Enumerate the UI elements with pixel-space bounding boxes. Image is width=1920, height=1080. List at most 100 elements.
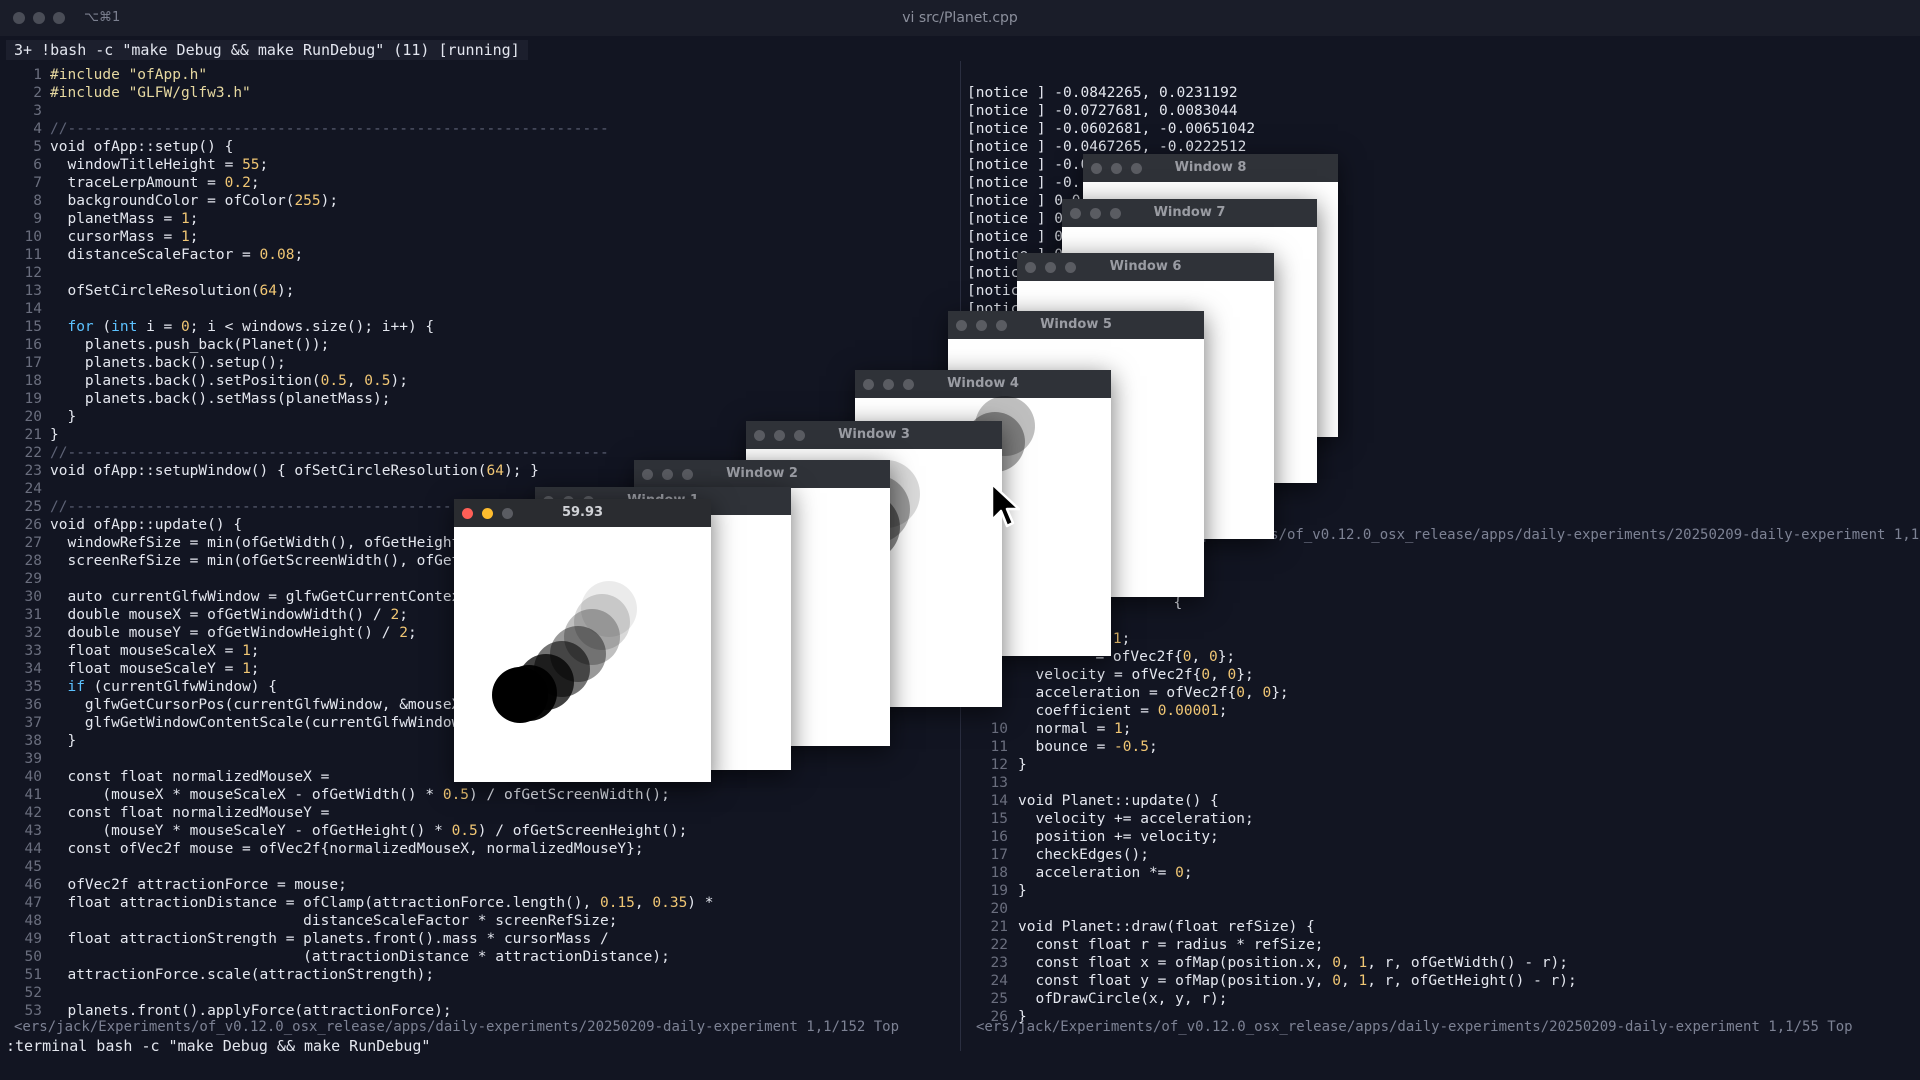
zoom-button[interactable]	[996, 320, 1007, 331]
vim-command-line[interactable]: :terminal bash -c "make Debug && make Ru…	[6, 1037, 430, 1055]
code-line[interactable]: 8 backgroundColor = ofColor(255);	[0, 192, 338, 210]
app-window-titlebar[interactable]: Window 7	[1062, 199, 1317, 227]
app-window-titlebar[interactable]: Window 3	[746, 421, 1002, 449]
app-window-titlebar[interactable]: Window 2	[634, 460, 890, 488]
minimize-button[interactable]	[976, 320, 987, 331]
code-line[interactable]: 29	[0, 570, 50, 588]
code-line[interactable]: 22 const float r = radius * refSize;	[962, 936, 1324, 954]
code-line[interactable]: 12	[0, 264, 50, 282]
code-line[interactable]: 14	[0, 300, 50, 318]
code-line[interactable]: 51 attractionForce.scale(attractionStren…	[0, 966, 435, 984]
code-line[interactable]: 14 void Planet::update() {	[962, 792, 1219, 810]
code-line[interactable]: 33 float mouseScaleX = 1;	[0, 642, 260, 660]
code-line[interactable]: 17 checkEdges();	[962, 846, 1149, 864]
code-line[interactable]: 19 planets.back().setMass(planetMass);	[0, 390, 391, 408]
minimize-button[interactable]	[1090, 208, 1101, 219]
code-line[interactable]: 15 velocity += acceleration;	[962, 810, 1254, 828]
code-line[interactable]: 35 if (currentGlfwWindow) {	[0, 678, 277, 696]
code-line[interactable]: 31 double mouseX = ofGetWindowWidth() / …	[0, 606, 408, 624]
code-line[interactable]: 9 planetMass = 1;	[0, 210, 198, 228]
app-window-titlebar[interactable]: 59.93	[454, 499, 711, 527]
code-line[interactable]: 7 traceLerpAmount = 0.2;	[0, 174, 259, 192]
minimize-button[interactable]	[774, 430, 785, 441]
code-line[interactable]: 45	[0, 858, 50, 876]
code-line[interactable]: 18 planets.back().setPosition(0.5, 0.5);	[0, 372, 408, 390]
code-line[interactable]: 49 float attractionStrength = planets.fr…	[0, 930, 609, 948]
minimize-button[interactable]	[662, 469, 673, 480]
code-line[interactable]: 20	[962, 900, 1018, 918]
code-line[interactable]: 44 const ofVec2f mouse = ofVec2f{normali…	[0, 840, 644, 858]
zoom-button[interactable]	[682, 469, 693, 480]
app-window-titlebar[interactable]: Window 5	[948, 311, 1204, 339]
minimize-button[interactable]	[482, 508, 493, 519]
code-line[interactable]: 5 void ofApp::setup() {	[0, 138, 233, 156]
code-line[interactable]: 15 for (int i = 0; i < windows.size(); i…	[0, 318, 435, 336]
code-line[interactable]: 16 position += velocity;	[962, 828, 1219, 846]
minimize-button[interactable]	[1111, 163, 1122, 174]
code-line[interactable]: 21}	[0, 426, 59, 444]
code-line[interactable]: 18 acceleration *= 0;	[962, 864, 1193, 882]
close-button[interactable]	[1091, 163, 1102, 174]
close-button[interactable]	[1070, 208, 1081, 219]
code-line[interactable]: 6 windowTitleHeight = 55;	[0, 156, 268, 174]
code-line[interactable]: 43 (mouseY * mouseScaleY - ofGetHeight()…	[0, 822, 688, 840]
close-button[interactable]	[956, 320, 967, 331]
code-line[interactable]: 23 void ofApp::setupWindow() { ofSetCircl…	[0, 462, 539, 480]
code-line[interactable]: 23 const float x = ofMap(position.x, 0, …	[962, 954, 1568, 972]
close-button[interactable]	[863, 379, 874, 390]
code-line[interactable]: 24	[0, 480, 50, 498]
code-line[interactable]: 50 (attractionDistance * attractionDista…	[0, 948, 670, 966]
code-line[interactable]: 25 ofDrawCircle(x, y, r);	[962, 990, 1228, 1008]
code-line[interactable]: 22//------------------------------------…	[0, 444, 609, 462]
code-line[interactable]: 11 bounce = -0.5;	[962, 738, 1158, 756]
code-line[interactable]: 13	[962, 774, 1018, 792]
code-line[interactable]: 27 windowRefSize = min(ofGetWidth(), ofG…	[0, 534, 496, 552]
code-line[interactable]: 17 planets.back().setup();	[0, 354, 286, 372]
zoom-button[interactable]	[502, 508, 513, 519]
code-line[interactable]: 30 auto currentGlfwWindow = glfwGetCurre…	[0, 588, 496, 606]
code-line[interactable]: 16 planets.push_back(Planet());	[0, 336, 330, 354]
code-line[interactable]: 10 cursorMass = 1;	[0, 228, 199, 246]
code-line[interactable]: 34 float mouseScaleY = 1;	[0, 660, 260, 678]
zoom-button[interactable]	[1131, 163, 1142, 174]
code-line[interactable]: 2 #include "GLFW/glfw3.h"	[0, 84, 251, 102]
code-line[interactable]: 13 ofSetCircleResolution(64);	[0, 282, 295, 300]
code-line[interactable]: 24 const float y = ofMap(position.y, 0, …	[962, 972, 1577, 990]
close-button[interactable]	[1025, 262, 1036, 273]
code-line[interactable]: 20 }	[0, 408, 77, 426]
code-line[interactable]: 19}	[962, 882, 1027, 900]
code-line[interactable]: 48 distanceScaleFactor * screenRefSize;	[0, 912, 618, 930]
zoom-button[interactable]	[1065, 262, 1076, 273]
code-line[interactable]: 46 ofVec2f attractionForce = mouse;	[0, 876, 347, 894]
code-line[interactable]: 21 void Planet::draw(float refSize) {	[962, 918, 1315, 936]
app-window-titlebar[interactable]: Window 6	[1017, 253, 1274, 281]
code-line[interactable]	[1100, 612, 1173, 630]
terminal-command-tab[interactable]: 3+ !bash -c "make Debug && make RunDebug…	[6, 40, 528, 60]
code-line[interactable]: 1 #include "ofApp.h"	[0, 66, 207, 84]
zoom-button[interactable]	[1110, 208, 1121, 219]
code-line[interactable]: 39	[0, 750, 50, 768]
code-line[interactable]: acceleration = ofVec2f{0, 0};	[962, 684, 1288, 702]
code-line[interactable]: 11 distanceScaleFactor = 0.08;	[0, 246, 304, 264]
code-line[interactable]: 10 normal = 1;	[962, 720, 1132, 738]
app-window-titlebar[interactable]: Window 4	[855, 370, 1111, 398]
close-button[interactable]	[754, 430, 765, 441]
close-button[interactable]	[462, 508, 473, 519]
app-window[interactable]: 59.93	[454, 499, 711, 782]
code-line[interactable]: 12}	[962, 756, 1027, 774]
minimize-button[interactable]	[1045, 262, 1056, 273]
code-line[interactable]: 3	[0, 102, 50, 120]
code-line[interactable]: 4//-------------------------------------…	[0, 120, 608, 138]
zoom-button[interactable]	[794, 430, 805, 441]
minimize-button[interactable]	[883, 379, 894, 390]
code-line[interactable]: 26 void ofApp::update() {	[0, 516, 243, 534]
zoom-button[interactable]	[903, 379, 914, 390]
code-line[interactable]: 32 double mouseY = ofGetWindowHeight() /…	[0, 624, 417, 642]
code-line[interactable]: 40 const float normalizedMouseX =	[0, 768, 330, 786]
code-line[interactable]: 42 const float normalizedMouseY =	[0, 804, 330, 822]
close-button[interactable]	[642, 469, 653, 480]
code-line[interactable]: 52	[0, 984, 50, 1002]
app-window-titlebar[interactable]: Window 8	[1083, 154, 1338, 182]
code-line[interactable]: 41 (mouseX * mouseScaleX - ofGetWidth() …	[0, 786, 670, 804]
code-line[interactable]: 38 }	[0, 732, 77, 750]
